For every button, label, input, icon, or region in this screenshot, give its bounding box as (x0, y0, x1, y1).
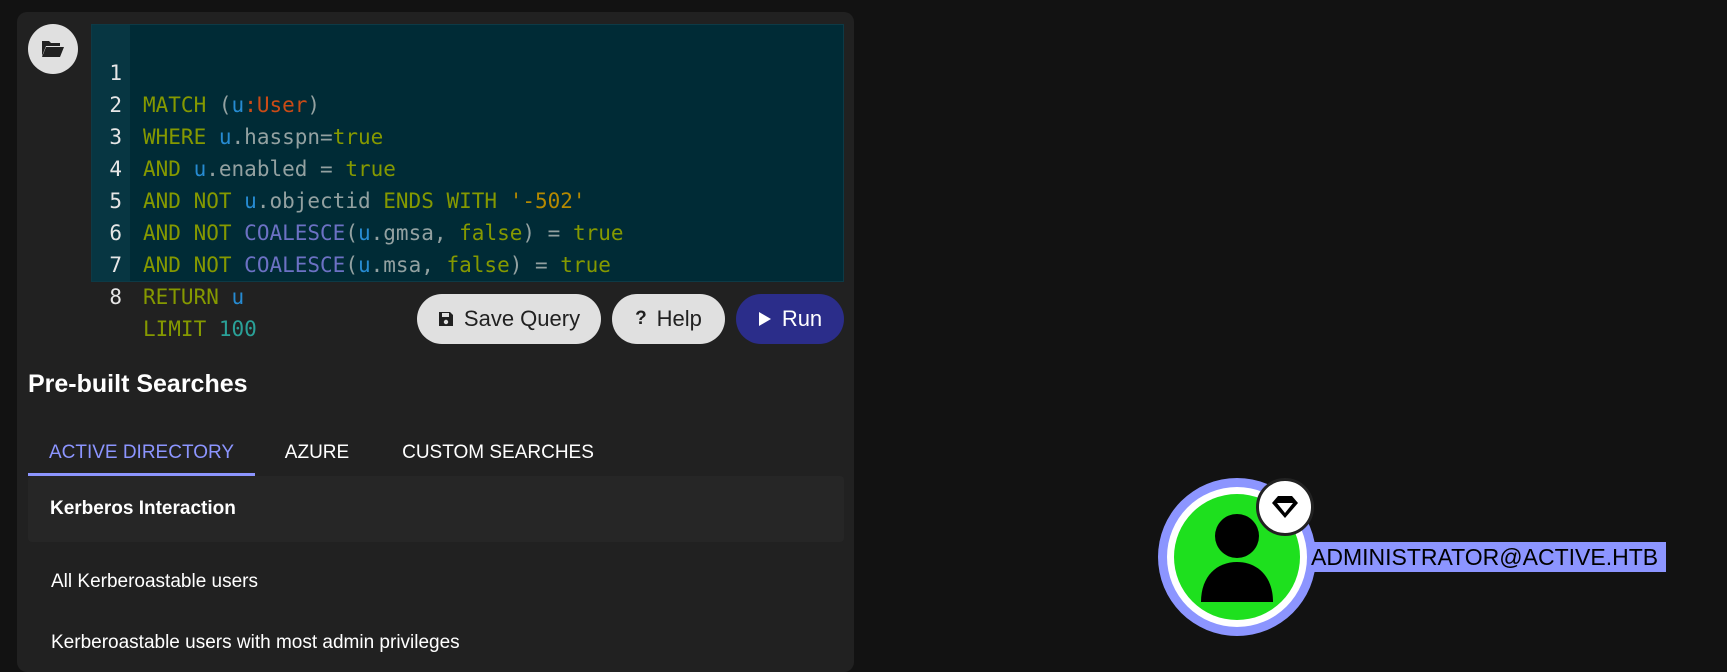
code-token: u (244, 189, 257, 213)
tab-azure[interactable]: AZURE (277, 436, 357, 476)
code-token: AND NOT (143, 253, 232, 277)
tier-zero-badge (1256, 478, 1314, 536)
question-icon: ? (635, 308, 647, 329)
help-label: Help (656, 306, 702, 331)
code-token: u (193, 157, 207, 181)
code-token: u (231, 285, 245, 309)
code-token: WHERE (143, 125, 207, 149)
code-token: AND (143, 157, 181, 181)
code-line: 6 AND NOT COALESCE(u.msa, false) = true (92, 185, 611, 277)
open-query-button[interactable] (28, 24, 78, 74)
code-token: AND NOT (143, 189, 232, 213)
prebuilt-searches-title: Pre-built Searches (28, 370, 248, 398)
code-token: false (459, 221, 523, 245)
code-token: ENDS WITH (383, 189, 498, 213)
code-token: .gmsa, (370, 221, 460, 245)
code-token: MATCH (143, 93, 207, 117)
code-token: .msa, (370, 253, 447, 277)
code-token: ( (345, 253, 358, 277)
run-label: Run (781, 306, 823, 331)
line-number: 8 (109, 285, 122, 309)
save-query-button[interactable]: Save Query (417, 294, 601, 344)
list-item[interactable]: Kerberoastable users with most admin pri… (51, 632, 460, 654)
code-line: 4 AND NOT u.objectid ENDS WITH '-502' (92, 121, 585, 213)
code-token: .enabled = (206, 157, 346, 181)
code-line: 3 AND u.enabled = true (92, 89, 396, 181)
code-token: true (560, 253, 611, 277)
run-button[interactable]: Run (736, 294, 844, 344)
code-token: true (345, 157, 396, 181)
tab-active-directory[interactable]: ACTIVE DIRECTORY (28, 436, 255, 476)
code-token: u (231, 93, 245, 117)
code-token: ( (345, 221, 358, 245)
code-token: '-502' (509, 189, 586, 213)
tab-custom-searches[interactable]: CUSTOM SEARCHES (398, 436, 598, 476)
list-item[interactable]: All Kerberoastable users (51, 571, 258, 593)
code-token: ) = (522, 221, 573, 245)
node-label: ADMINISTRATOR@ACTIVE.HTB (1311, 542, 1667, 572)
code-token: u (357, 253, 371, 277)
gem-icon (1272, 496, 1298, 518)
code-token: true (332, 125, 384, 149)
code-token: u (357, 221, 371, 245)
code-token: ( (218, 93, 232, 117)
code-token: RETURN (143, 285, 219, 309)
code-token: .objectid (256, 189, 384, 213)
code-token: :User (244, 93, 308, 117)
code-line: 1 MATCH (u:User) (92, 25, 320, 117)
code-token: COALESCE (244, 221, 346, 245)
cypher-editor[interactable]: 1 MATCH (u:User) 2 WHERE u.hasspn=true 3… (91, 24, 844, 341)
folder-open-icon (42, 41, 64, 57)
code-token: ) = (509, 253, 561, 277)
code-token: ) (307, 93, 321, 117)
code-token: u (218, 125, 232, 149)
code-line: 7 RETURN u (92, 217, 244, 309)
floppy-disk-icon (438, 312, 453, 326)
code-token: COALESCE (244, 253, 346, 277)
code-line: 2 WHERE u.hasspn=true (92, 57, 383, 149)
code-token: true (572, 221, 624, 245)
search-group-header[interactable]: Kerberos Interaction (28, 476, 844, 542)
code-token: false (446, 253, 510, 277)
save-query-label: Save Query (463, 306, 581, 331)
code-token: .hasspn= (231, 125, 333, 149)
graph-node-user[interactable] (1158, 478, 1316, 636)
play-icon (758, 312, 771, 326)
code-token: LIMIT (143, 317, 207, 341)
code-token: 100 (218, 317, 257, 341)
code-token: AND NOT (143, 221, 232, 245)
code-line: 5 AND NOT COALESCE(u.gmsa, false) = true (92, 153, 623, 245)
search-group-title: Kerberos Interaction (50, 498, 236, 519)
help-button[interactable]: ? Help (612, 294, 725, 344)
code-line: 8 LIMIT 100 (92, 249, 256, 341)
